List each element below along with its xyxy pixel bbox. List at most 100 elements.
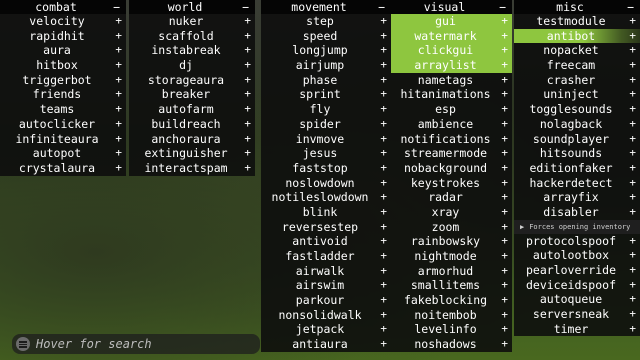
expand-icon[interactable]: + bbox=[244, 73, 251, 88]
module-row-scaffold[interactable]: scaffold + bbox=[129, 29, 255, 44]
expand-icon[interactable]: + bbox=[501, 132, 508, 147]
expand-icon[interactable]: + bbox=[244, 29, 251, 44]
module-row-antivoid[interactable]: antivoid + bbox=[261, 234, 391, 249]
module-row-levelinfo[interactable]: levelinfo + bbox=[391, 322, 512, 337]
module-row-anchoraura[interactable]: anchoraura + bbox=[129, 132, 255, 147]
module-row-antibot[interactable]: antibot + bbox=[514, 28, 640, 44]
menu-icon[interactable] bbox=[16, 337, 30, 351]
expand-icon[interactable]: + bbox=[380, 249, 387, 264]
module-row-arraylist[interactable]: arraylist + bbox=[391, 58, 512, 73]
module-row-autoclicker[interactable]: autoclicker + bbox=[0, 117, 126, 132]
module-row-autopot[interactable]: autopot + bbox=[0, 146, 126, 161]
expand-icon[interactable]: + bbox=[501, 43, 508, 58]
module-row-rainbowsky[interactable]: rainbowsky + bbox=[391, 234, 512, 249]
expand-icon[interactable]: + bbox=[501, 190, 508, 205]
expand-icon[interactable]: + bbox=[501, 337, 508, 352]
module-row-soundplayer[interactable]: soundplayer + bbox=[514, 132, 640, 147]
expand-icon[interactable]: + bbox=[115, 14, 122, 29]
module-row-sprint[interactable]: sprint + bbox=[261, 87, 391, 102]
expand-icon[interactable]: + bbox=[244, 161, 251, 176]
module-row-invmove[interactable]: invmove + bbox=[261, 132, 391, 147]
module-row-autolootbox[interactable]: autolootbox + bbox=[514, 248, 640, 263]
expand-icon[interactable]: + bbox=[380, 146, 387, 161]
expand-icon[interactable]: + bbox=[244, 43, 251, 58]
expand-icon[interactable]: + bbox=[115, 58, 122, 73]
expand-icon[interactable]: + bbox=[629, 132, 636, 147]
expand-icon[interactable]: + bbox=[501, 293, 508, 308]
expand-icon[interactable]: + bbox=[115, 132, 122, 147]
module-row-streamermode[interactable]: streamermode + bbox=[391, 146, 512, 161]
expand-icon[interactable]: + bbox=[501, 14, 508, 29]
module-row-nightmode[interactable]: nightmode + bbox=[391, 249, 512, 264]
module-row-hackerdetect[interactable]: hackerdetect + bbox=[514, 176, 640, 191]
module-row-jetpack[interactable]: jetpack + bbox=[261, 322, 391, 337]
module-row-arrayfix[interactable]: arrayfix + bbox=[514, 190, 640, 205]
expand-icon[interactable]: + bbox=[244, 87, 251, 102]
expand-icon[interactable]: + bbox=[629, 14, 636, 29]
module-row-freecam[interactable]: freecam + bbox=[514, 58, 640, 73]
module-row-airwalk[interactable]: airwalk + bbox=[261, 264, 391, 279]
expand-icon[interactable]: + bbox=[629, 29, 636, 44]
expand-icon[interactable]: + bbox=[380, 308, 387, 323]
expand-icon[interactable]: + bbox=[629, 190, 636, 205]
expand-icon[interactable]: + bbox=[501, 58, 508, 73]
expand-icon[interactable]: + bbox=[629, 117, 636, 132]
expand-icon[interactable]: + bbox=[501, 117, 508, 132]
module-row-buildreach[interactable]: buildreach + bbox=[129, 117, 255, 132]
module-row-faststop[interactable]: faststop + bbox=[261, 161, 391, 176]
module-row-spider[interactable]: spider + bbox=[261, 117, 391, 132]
module-row-airswim[interactable]: airswim + bbox=[261, 278, 391, 293]
module-row-crasher[interactable]: crasher + bbox=[514, 73, 640, 88]
module-row-nopacket[interactable]: nopacket + bbox=[514, 43, 640, 58]
module-row-keystrokes[interactable]: keystrokes + bbox=[391, 176, 512, 191]
module-row-clickgui[interactable]: clickgui + bbox=[391, 43, 512, 59]
expand-icon[interactable]: + bbox=[244, 102, 251, 117]
expand-icon[interactable]: + bbox=[244, 132, 251, 147]
expand-icon[interactable]: + bbox=[501, 146, 508, 161]
expand-icon[interactable]: + bbox=[115, 161, 122, 176]
expand-icon[interactable]: + bbox=[380, 29, 387, 44]
expand-icon[interactable]: + bbox=[115, 73, 122, 88]
module-row-crystalaura[interactable]: crystalaura + bbox=[0, 161, 126, 176]
module-row-jesus[interactable]: jesus + bbox=[261, 146, 391, 161]
panel-header-combat[interactable]: combat − bbox=[0, 0, 126, 14]
expand-icon[interactable]: + bbox=[501, 249, 508, 264]
module-row-watermark[interactable]: watermark + bbox=[391, 28, 512, 44]
collapse-icon[interactable]: − bbox=[378, 0, 385, 14]
expand-icon[interactable]: + bbox=[629, 307, 636, 322]
panel-header-misc[interactable]: misc − bbox=[514, 0, 640, 14]
expand-icon[interactable]: + bbox=[629, 102, 636, 117]
module-row-airjump[interactable]: airjump + bbox=[261, 58, 391, 73]
panel-header-movement[interactable]: movement − bbox=[261, 0, 391, 14]
expand-icon[interactable]: + bbox=[501, 308, 508, 323]
expand-icon[interactable]: + bbox=[629, 161, 636, 176]
expand-icon[interactable]: + bbox=[380, 278, 387, 293]
module-row-fly[interactable]: fly + bbox=[261, 102, 391, 117]
module-row-nonsolidwalk[interactable]: nonsolidwalk + bbox=[261, 308, 391, 323]
expand-icon[interactable]: + bbox=[380, 264, 387, 279]
module-row-velocity[interactable]: velocity + bbox=[0, 14, 126, 29]
module-row-ambience[interactable]: ambience + bbox=[391, 117, 512, 132]
module-row-noitembob[interactable]: noitembob + bbox=[391, 308, 512, 323]
module-row-instabreak[interactable]: instabreak + bbox=[129, 43, 255, 58]
expand-icon[interactable]: + bbox=[501, 234, 508, 249]
module-row-dj[interactable]: dj + bbox=[129, 58, 255, 73]
module-row-friends[interactable]: friends + bbox=[0, 87, 126, 102]
expand-icon[interactable]: + bbox=[501, 73, 508, 88]
module-row-deviceidspoof[interactable]: deviceidspoof + bbox=[514, 278, 640, 293]
expand-icon[interactable]: + bbox=[629, 43, 636, 58]
module-row-serversneak[interactable]: serversneak + bbox=[514, 307, 640, 322]
expand-icon[interactable]: + bbox=[501, 322, 508, 337]
module-row-nolagback[interactable]: nolagback + bbox=[514, 117, 640, 132]
collapse-icon[interactable]: − bbox=[113, 0, 120, 14]
expand-icon[interactable]: + bbox=[501, 205, 508, 220]
expand-icon[interactable]: + bbox=[629, 205, 636, 220]
module-row-notifications[interactable]: notifications + bbox=[391, 132, 512, 147]
module-row-phase[interactable]: phase + bbox=[261, 73, 391, 88]
expand-icon[interactable]: + bbox=[380, 14, 387, 29]
module-row-storageaura[interactable]: storageaura + bbox=[129, 73, 255, 88]
module-row-zoom[interactable]: zoom + bbox=[391, 220, 512, 235]
expand-icon[interactable]: + bbox=[501, 161, 508, 176]
expand-icon[interactable]: + bbox=[629, 234, 636, 249]
expand-icon[interactable]: + bbox=[629, 58, 636, 73]
